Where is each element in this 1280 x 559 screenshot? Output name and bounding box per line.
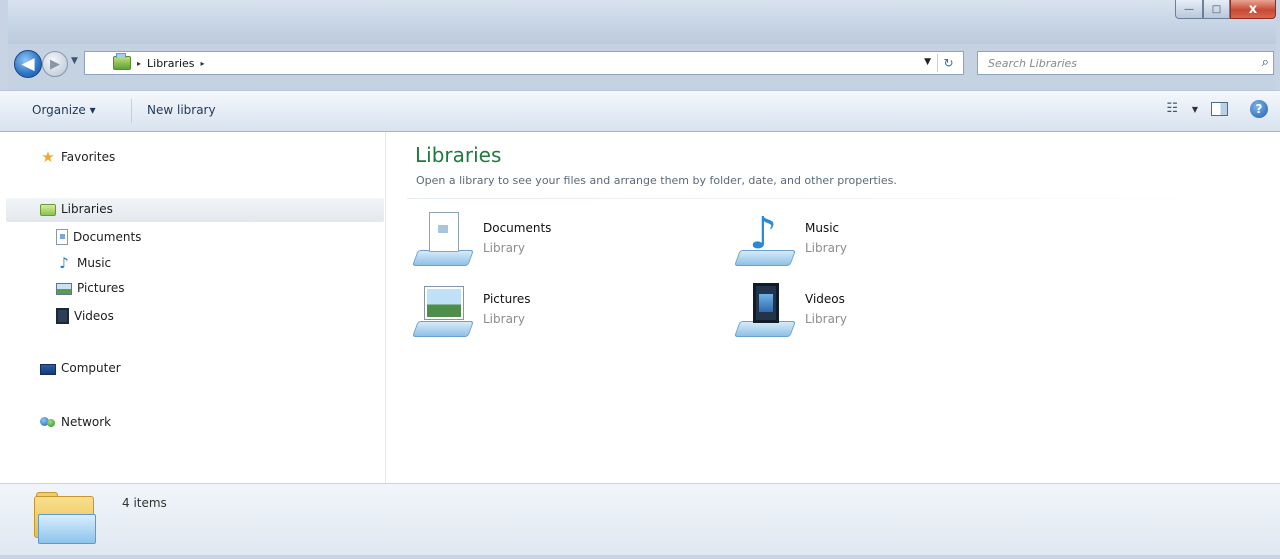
content-area: ★ Favorites Libraries Documents ♪ Music … <box>0 132 1280 483</box>
computer-icon <box>40 363 56 375</box>
view-options-chevron-icon[interactable]: ▼ <box>1192 105 1198 114</box>
refresh-icon[interactable]: ↻ <box>937 54 959 72</box>
new-library-button[interactable]: New library <box>147 103 216 117</box>
toolbar-divider <box>131 99 132 123</box>
tile-name: Music <box>805 221 840 235</box>
address-dropdown-button[interactable]: ▼ <box>924 57 931 67</box>
maximize-button[interactable]: □ <box>1203 0 1230 19</box>
sidebar-item-videos[interactable]: Videos <box>56 308 114 324</box>
page-subtitle: Open a library to see your files and arr… <box>416 174 897 187</box>
tile-type: Library <box>805 312 847 326</box>
search-input[interactable] <box>978 52 1248 74</box>
title-bar: — □ x <box>8 0 1276 44</box>
back-button[interactable]: ◀ <box>14 50 42 78</box>
sidebar-item-music[interactable]: ♪ Music <box>56 255 111 271</box>
sidebar-item-label: Documents <box>73 230 142 244</box>
star-icon: ★ <box>41 148 55 166</box>
change-view-icon[interactable]: ☷ <box>1166 101 1178 116</box>
picture-icon <box>56 283 72 295</box>
tile-type: Library <box>805 241 847 255</box>
navigation-pane: ★ Favorites Libraries Documents ♪ Music … <box>0 132 386 483</box>
videos-library-icon <box>734 283 796 339</box>
minimize-button[interactable]: — <box>1175 0 1203 19</box>
sidebar-item-label: Pictures <box>77 281 125 295</box>
sidebar-item-label: Videos <box>74 309 114 323</box>
caption-buttons: — □ x <box>1175 0 1276 20</box>
breadcrumb-separator[interactable]: ▸ <box>201 59 205 68</box>
tile-type: Library <box>483 241 525 255</box>
organize-button[interactable]: Organize ▾ <box>32 103 96 117</box>
pictures-library-icon <box>412 283 474 339</box>
sidebar-item-label: Favorites <box>61 150 116 164</box>
music-note-icon: ♪ <box>59 254 69 272</box>
sidebar-item-label: Network <box>61 415 112 429</box>
navigation-row: ◀ ▶ ▼ ▸ Libraries ▸ ▼ ↻ ⌕ <box>0 46 1280 82</box>
document-icon <box>56 229 68 245</box>
library-tile-videos[interactable]: Videos Library <box>734 283 1037 343</box>
page-title: Libraries <box>415 143 502 167</box>
item-count: 4 items <box>122 496 167 510</box>
command-bar: Organize ▾ New library ☷ ▼ ? <box>0 90 1280 132</box>
forward-button[interactable]: ▶ <box>42 51 68 77</box>
sidebar-item-network[interactable]: Network <box>40 414 111 430</box>
recent-pages-button[interactable]: ▼ <box>71 56 78 66</box>
film-icon <box>56 308 69 324</box>
library-tile-documents[interactable]: Documents Library <box>412 212 715 272</box>
sidebar-item-label: Libraries <box>61 202 113 216</box>
tile-name: Documents <box>483 221 552 235</box>
search-box: ⌕ <box>977 51 1274 75</box>
tile-name: Pictures <box>483 292 531 306</box>
documents-library-icon <box>412 212 474 268</box>
sidebar-item-label: Music <box>77 256 112 270</box>
sidebar-item-libraries[interactable]: Libraries <box>40 202 113 216</box>
search-icon[interactable]: ⌕ <box>1262 55 1269 70</box>
close-button[interactable]: x <box>1230 0 1276 19</box>
libraries-icon <box>40 204 56 216</box>
preview-pane-icon[interactable] <box>1211 102 1228 116</box>
sidebar-item-computer[interactable]: Computer <box>40 361 121 375</box>
tile-type: Library <box>483 312 525 326</box>
breadcrumb-libraries[interactable]: Libraries <box>147 57 195 70</box>
address-bar[interactable]: ▸ Libraries ▸ ▼ ↻ <box>84 51 964 75</box>
breadcrumb-separator[interactable]: ▸ <box>137 59 141 68</box>
sidebar-item-favorites[interactable]: ★ Favorites <box>40 149 115 165</box>
library-folder-icon <box>34 492 96 546</box>
sidebar-item-label: Computer <box>61 361 121 375</box>
library-tile-pictures[interactable]: Pictures Library <box>412 283 715 343</box>
music-library-icon: ♪ <box>734 212 796 268</box>
library-tile-music[interactable]: ♪ Music Library <box>734 212 1037 272</box>
divider <box>407 198 1267 199</box>
sidebar-item-pictures[interactable]: Pictures <box>56 281 125 295</box>
file-list-pane: Libraries Open a library to see your fil… <box>387 132 1280 483</box>
help-icon[interactable]: ? <box>1250 100 1268 118</box>
network-icon <box>40 414 56 430</box>
details-pane: 4 items <box>0 483 1280 555</box>
tile-name: Videos <box>805 292 845 306</box>
sidebar-item-documents[interactable]: Documents <box>56 229 141 245</box>
libraries-icon <box>113 53 131 70</box>
